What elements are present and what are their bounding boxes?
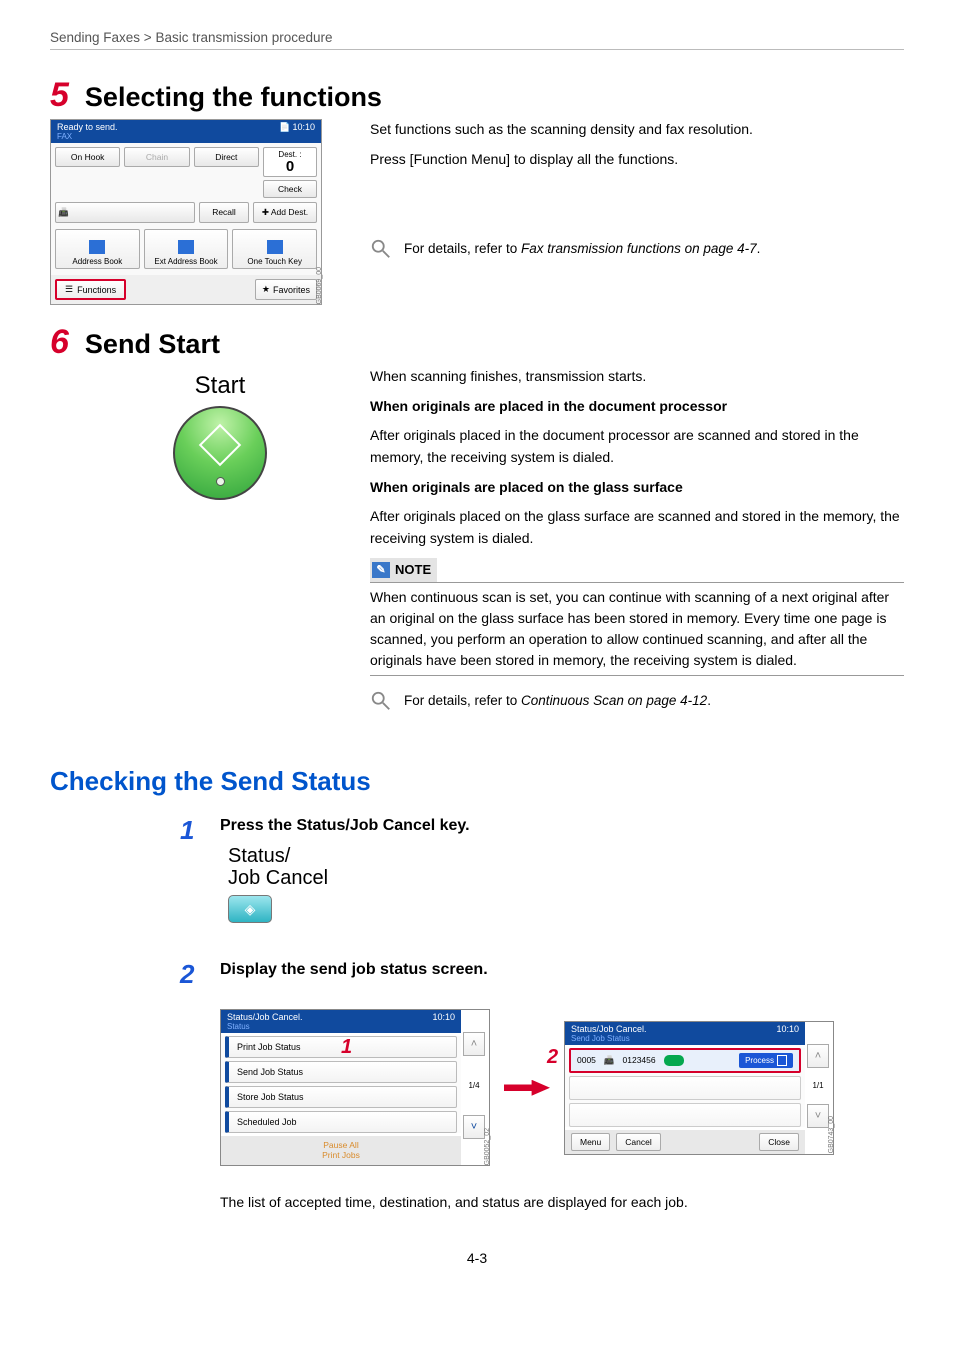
substep-1-title: Press the Status/Job Cancel key. bbox=[220, 817, 904, 835]
magnify-icon bbox=[370, 238, 392, 260]
sa-time: 10:10 bbox=[432, 1012, 455, 1031]
list-item[interactable]: Scheduled Job bbox=[225, 1111, 457, 1133]
scroll-down-button[interactable]: ˅ bbox=[807, 1104, 829, 1128]
chevron-up-icon: ˄ bbox=[471, 1038, 477, 1050]
functions-button[interactable]: ☰Functions bbox=[55, 279, 126, 300]
job-destination: 0123456 bbox=[623, 1055, 656, 1065]
note-label: NOTE bbox=[395, 560, 431, 580]
step-6-number: 6 bbox=[50, 325, 69, 359]
job-row-empty bbox=[569, 1076, 801, 1100]
star-icon: ★ bbox=[262, 284, 270, 295]
cancel-button[interactable]: Cancel bbox=[616, 1133, 660, 1151]
ready-text: Ready to send. bbox=[57, 122, 118, 132]
step5-desc-2: Press [Function Menu] to display all the… bbox=[370, 149, 904, 171]
sa-title: Status/Job Cancel. bbox=[227, 1012, 303, 1022]
process-badge: Process bbox=[739, 1053, 793, 1068]
ext-address-book-tab[interactable]: Ext Address Book bbox=[144, 229, 229, 269]
step-5-number: 5 bbox=[50, 78, 69, 112]
substep-2-title: Display the send job status screen. bbox=[220, 961, 488, 979]
close-button[interactable]: Close bbox=[759, 1133, 799, 1151]
recall-button[interactable]: Recall bbox=[199, 202, 249, 223]
magnify-icon bbox=[370, 690, 392, 712]
favorites-button[interactable]: ★Favorites bbox=[255, 279, 317, 300]
chevron-up-icon: ˄ bbox=[815, 1050, 821, 1062]
page-number: 4-3 bbox=[50, 1250, 904, 1266]
scroll-up-button[interactable]: ˄ bbox=[807, 1044, 829, 1068]
job-row[interactable]: 0005 📠 0123456 Process bbox=[569, 1048, 801, 1073]
job-row-empty bbox=[569, 1103, 801, 1127]
scroll-up-button[interactable]: ˄ bbox=[463, 1032, 485, 1056]
step-6-title: Send Start bbox=[85, 329, 220, 360]
send-job-status-screen: 2 Status/Job Cancel. Send Job Status 10:… bbox=[564, 1021, 834, 1155]
dest-counter: Dest. : 0 bbox=[263, 147, 317, 177]
note-box: ✎ NOTE When continuous scan is set, you c… bbox=[370, 558, 904, 677]
direct-button[interactable]: Direct bbox=[194, 147, 259, 167]
on-hook-button[interactable]: On Hook bbox=[55, 147, 120, 167]
arrow-right-icon bbox=[504, 1080, 550, 1096]
fax-ready-screen: Ready to send. FAX 📄10:10 On Hook Chain … bbox=[50, 119, 322, 305]
step5-reference: For details, refer to Fax transmission f… bbox=[404, 239, 760, 260]
step6-p3: After originals placed on the glass surf… bbox=[370, 506, 904, 549]
status-key-label: Status/Job Cancel bbox=[228, 845, 904, 889]
step6-p1: When scanning finishes, transmission sta… bbox=[370, 366, 904, 388]
menu-button[interactable]: Menu bbox=[571, 1133, 610, 1151]
step6-h2: When originals are placed on the glass s… bbox=[370, 477, 904, 499]
pause-all-button[interactable]: Pause AllPrint Jobs bbox=[312, 1139, 370, 1162]
list-icon: ☰ bbox=[65, 284, 73, 295]
clock: 10:10 bbox=[292, 122, 315, 132]
add-dest-button[interactable]: ✚ Add Dest. bbox=[253, 202, 317, 223]
scroll-down-button[interactable]: ˅ bbox=[463, 1115, 485, 1139]
step6-reference: For details, refer to Continuous Scan on… bbox=[404, 691, 711, 712]
sa-sub: Status bbox=[227, 1022, 303, 1031]
status-job-cancel-key[interactable]: ◈ bbox=[228, 895, 272, 923]
list-item[interactable]: Send Job Status bbox=[225, 1061, 457, 1083]
step-5-title: Selecting the functions bbox=[85, 82, 382, 113]
one-touch-key-tab[interactable]: One Touch Key bbox=[232, 229, 317, 269]
breadcrumb: Sending Faxes > Basic transmission proce… bbox=[50, 30, 904, 45]
sb-title: Status/Job Cancel. bbox=[571, 1024, 647, 1034]
start-key-label: Start bbox=[90, 372, 350, 400]
figure-ref: GB0743_00 bbox=[828, 1116, 835, 1153]
diamond-icon bbox=[199, 424, 241, 466]
note-body: When continuous scan is set, you can con… bbox=[370, 582, 904, 676]
destination-field[interactable]: 📠 bbox=[55, 202, 195, 223]
led-icon bbox=[216, 477, 225, 486]
callout-2: 2 bbox=[547, 1046, 558, 1069]
mode-label: FAX bbox=[57, 132, 118, 141]
step6-h1: When originals are placed in the documen… bbox=[370, 396, 904, 418]
list-item[interactable]: Store Job Status bbox=[225, 1086, 457, 1108]
status-menu-screen: Status/Job Cancel. Status 10:10 Print Jo… bbox=[220, 1009, 490, 1166]
sb-sub: Send Job Status bbox=[571, 1034, 647, 1043]
figure-ref: GB0069_00 bbox=[316, 267, 323, 304]
step6-p2: After originals placed in the document p… bbox=[370, 425, 904, 468]
dest-count: 0 bbox=[266, 159, 314, 174]
screens-caption: The list of accepted time, destination, … bbox=[220, 1194, 904, 1210]
status-icon: ◈ bbox=[245, 901, 256, 918]
check-button[interactable]: Check bbox=[263, 180, 317, 198]
divider bbox=[50, 49, 904, 50]
address-book-tab[interactable]: Address Book bbox=[55, 229, 140, 269]
fax-icon: 📠 bbox=[604, 1055, 615, 1066]
job-number: 0005 bbox=[577, 1055, 596, 1065]
chevron-down-icon: ˅ bbox=[471, 1121, 477, 1133]
chevron-down-icon: ˅ bbox=[815, 1110, 821, 1122]
substep-1-number: 1 bbox=[180, 817, 206, 943]
start-key[interactable] bbox=[173, 406, 267, 500]
chain-button[interactable]: Chain bbox=[124, 147, 189, 167]
sb-time: 10:10 bbox=[776, 1024, 799, 1043]
phone-icon bbox=[664, 1055, 684, 1066]
note-icon: ✎ bbox=[372, 562, 390, 578]
step5-desc-1: Set functions such as the scanning densi… bbox=[370, 119, 904, 141]
page-indicator: 1/4 bbox=[463, 1056, 485, 1115]
substep-2-number: 2 bbox=[180, 961, 206, 989]
page-indicator: 1/1 bbox=[807, 1068, 829, 1104]
section-heading: Checking the Send Status bbox=[50, 766, 904, 797]
callout-1: 1 bbox=[341, 1036, 352, 1059]
figure-ref: GB0052_02 bbox=[484, 1128, 491, 1165]
